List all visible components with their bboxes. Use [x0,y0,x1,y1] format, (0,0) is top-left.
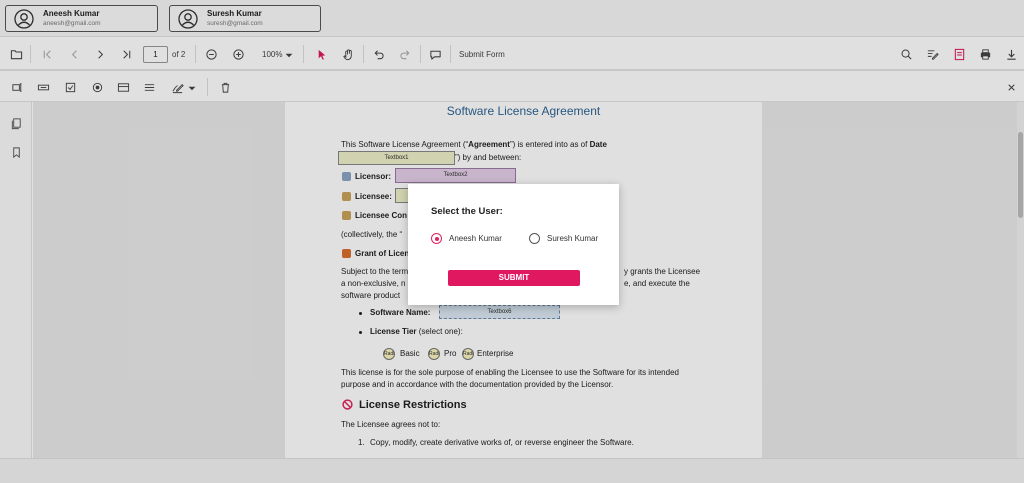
user-option-aneesh[interactable]: Aneesh Kumar [431,233,502,244]
select-user-dialog: Select the User: Aneesh Kumar Suresh Kum… [408,184,619,305]
radio-unselected-icon[interactable] [529,233,540,244]
dialog-title: Select the User: [431,206,503,217]
user-option-label: Suresh Kumar [547,234,599,243]
radio-selected-icon[interactable] [431,233,442,244]
submit-button[interactable]: SUBMIT [448,270,580,286]
user-option-suresh[interactable]: Suresh Kumar [529,233,598,244]
user-option-label: Aneesh Kumar [449,234,502,243]
